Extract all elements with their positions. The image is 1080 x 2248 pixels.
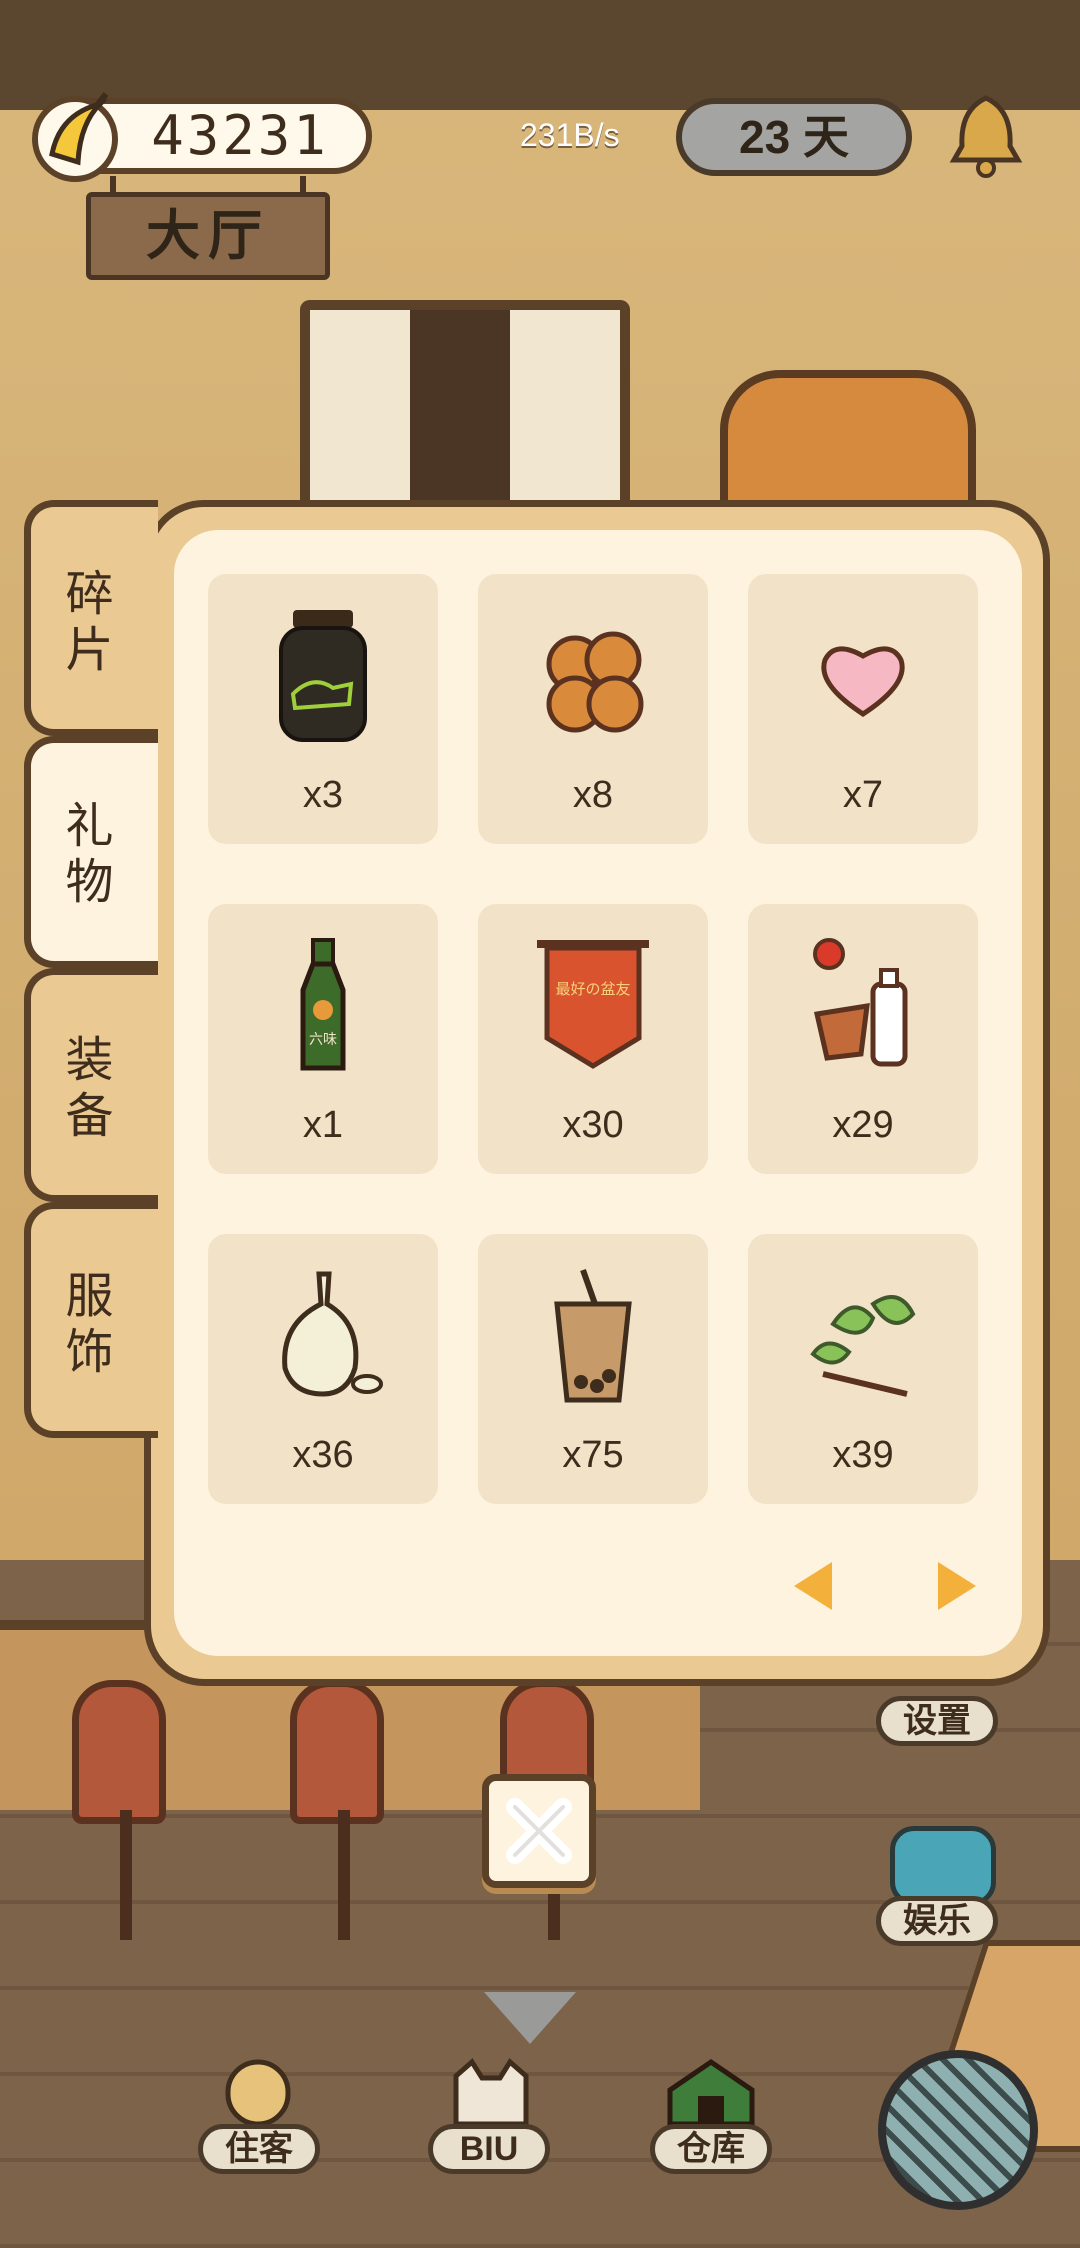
banner-icon: 最好の盆友 — [537, 940, 649, 1069]
inventory-item[interactable]: x36 — [208, 1234, 438, 1504]
inventory-item[interactable]: x7 — [748, 574, 978, 844]
inventory-item[interactable]: x8 — [478, 574, 708, 844]
nav-tenants-button[interactable]: 住客 — [198, 2124, 320, 2174]
item-count: x3 — [302, 774, 344, 816]
tab-fragments-label: 碎片 — [65, 568, 114, 677]
room-name-sign: 大厅 — [86, 192, 330, 280]
item-count: x36 — [292, 1434, 354, 1476]
nav-biu-button[interactable]: BIU — [428, 2124, 550, 2174]
nav-warehouse-button[interactable]: 仓库 — [650, 2124, 772, 2174]
banana-icon — [32, 92, 118, 182]
tab-fragments[interactable]: 碎片 — [24, 500, 158, 736]
flower-pot-water-icon — [813, 938, 908, 1067]
coin-value: 43231 — [151, 104, 329, 167]
bar-chair — [290, 1680, 384, 1824]
bar-chair — [72, 1680, 166, 1824]
bubble-tea-icon — [554, 1269, 632, 1403]
tab-equipment[interactable]: 装备 — [24, 968, 158, 1202]
settings-button[interactable]: 设置 — [876, 1696, 998, 1746]
yarn-ball-icon[interactable] — [878, 2050, 1038, 2210]
tonic-jar-icon — [279, 610, 367, 742]
tab-gifts-label: 礼物 — [65, 800, 114, 909]
bottle-label: 六味 — [309, 1032, 337, 1048]
tab-equipment-label: 装备 — [65, 1034, 114, 1143]
day-counter: 23 天 — [676, 98, 912, 176]
inventory-item[interactable]: x39 — [748, 1234, 978, 1504]
gamepad-icon — [890, 1826, 996, 1906]
ceiling — [0, 0, 1080, 110]
bottle-icon: 六味 — [300, 938, 346, 1071]
previous-page-arrow-icon[interactable] — [794, 1562, 832, 1610]
item-count: x7 — [842, 774, 884, 816]
herb-icon — [810, 1294, 916, 1397]
inventory-item[interactable]: x29 — [748, 904, 978, 1174]
pastry-icon — [546, 631, 644, 733]
heart-candy-icon — [821, 646, 905, 717]
tab-clothing[interactable]: 服饰 — [24, 1202, 158, 1438]
item-count: x39 — [832, 1434, 894, 1476]
chair-leg — [120, 1810, 132, 1940]
bell-icon[interactable] — [946, 90, 1026, 180]
tenant-icon — [225, 2059, 291, 2126]
item-count: x75 — [562, 1434, 624, 1476]
inventory-item[interactable]: x75 — [478, 1234, 708, 1504]
tab-clothing-label: 服饰 — [65, 1270, 114, 1379]
close-icon — [506, 1798, 572, 1864]
tab-gifts[interactable]: 礼物 — [24, 736, 158, 968]
entertainment-button[interactable]: 娱乐 — [876, 1896, 998, 1946]
close-button[interactable] — [482, 1774, 596, 1888]
next-page-arrow-icon[interactable] — [938, 1562, 976, 1610]
inventory-item[interactable]: 最好の盆友 x30 — [478, 904, 708, 1174]
item-count: x30 — [562, 1104, 624, 1146]
cat-icon — [453, 2058, 529, 2126]
item-count: x1 — [302, 1104, 344, 1146]
banner-text: 最好の盆友 — [555, 980, 630, 998]
inventory-item[interactable]: x3 — [208, 574, 438, 844]
item-count: x8 — [572, 774, 614, 816]
item-count: x29 — [832, 1104, 894, 1146]
chevron-down-icon[interactable] — [484, 1992, 576, 2044]
warehouse-icon — [667, 2058, 755, 2126]
inventory-item[interactable]: 六味 x1 — [208, 904, 438, 1174]
garlic-icon — [282, 1271, 383, 1397]
chair-leg — [338, 1810, 350, 1940]
